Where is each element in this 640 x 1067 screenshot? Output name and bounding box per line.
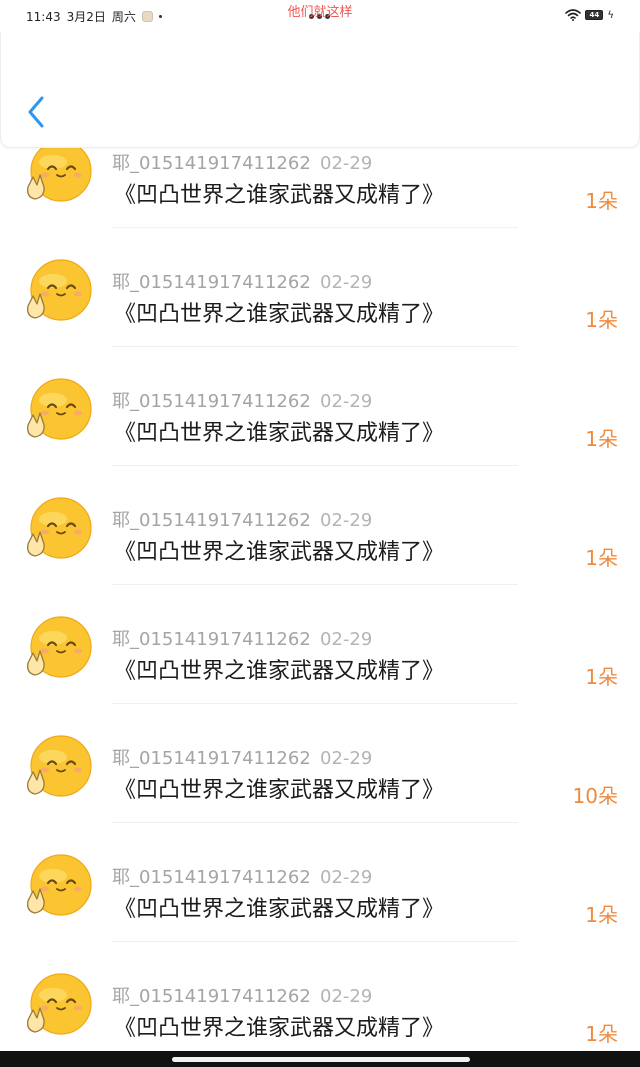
item-date: 02-29 xyxy=(320,391,373,412)
book-title[interactable]: 《凹凸世界之谁家武器又成精了》 xyxy=(114,772,444,804)
divider xyxy=(112,584,518,585)
avatar xyxy=(27,259,92,321)
flower-count: 1朵 xyxy=(585,189,618,213)
screen: 耶_015141917411262 02-29 《凹凸世界之谁家武器又成精了》 … xyxy=(0,0,640,1067)
flower-count: 1朵 xyxy=(585,546,618,570)
divider xyxy=(112,822,518,823)
avatar xyxy=(27,735,92,797)
item-meta: 耶_015141917411262 02-29 xyxy=(112,268,372,294)
flower-count: 1朵 xyxy=(585,665,618,689)
item-meta: 耶_015141917411262 02-29 xyxy=(112,982,372,1008)
flower-count: 1朵 xyxy=(585,308,618,332)
book-title[interactable]: 《凹凸世界之谁家武器又成精了》 xyxy=(114,415,444,447)
book-title[interactable]: 《凹凸世界之谁家武器又成精了》 xyxy=(114,534,444,566)
user-name: 耶_015141917411262 xyxy=(112,748,311,769)
chevron-left-icon xyxy=(28,96,44,128)
home-indicator[interactable] xyxy=(172,1057,470,1062)
item-date: 02-29 xyxy=(320,272,373,293)
list-item[interactable]: 耶_015141917411262 02-29 《凹凸世界之谁家武器又成精了》 … xyxy=(0,851,640,970)
list-item[interactable]: 耶_015141917411262 02-29 《凹凸世界之谁家武器又成精了》 … xyxy=(0,137,640,256)
divider xyxy=(112,346,518,347)
flower-count: 10朵 xyxy=(572,784,618,808)
divider xyxy=(112,941,518,942)
avatar xyxy=(27,140,92,202)
book-title[interactable]: 《凹凸世界之谁家武器又成精了》 xyxy=(114,177,444,209)
item-date: 02-29 xyxy=(320,748,373,769)
user-name: 耶_015141917411262 xyxy=(112,629,311,650)
item-meta: 耶_015141917411262 02-29 xyxy=(112,744,372,770)
item-meta: 耶_015141917411262 02-29 xyxy=(112,506,372,532)
item-date: 02-29 xyxy=(320,867,373,888)
bottom-nav-bar xyxy=(0,1051,640,1067)
list-item[interactable]: 耶_015141917411262 02-29 《凹凸世界之谁家武器又成精了》 … xyxy=(0,375,640,494)
user-name: 耶_015141917411262 xyxy=(112,510,311,531)
user-name: 耶_015141917411262 xyxy=(112,867,311,888)
item-meta: 耶_015141917411262 02-29 xyxy=(112,149,372,175)
flower-count: 1朵 xyxy=(585,903,618,927)
item-meta: 耶_015141917411262 02-29 xyxy=(112,387,372,413)
avatar xyxy=(27,497,92,559)
item-date: 02-29 xyxy=(320,629,373,650)
book-title[interactable]: 《凹凸世界之谁家武器又成精了》 xyxy=(114,296,444,328)
item-date: 02-29 xyxy=(320,986,373,1007)
overlay-title: 他们就这样 xyxy=(287,5,353,20)
item-meta: 耶_015141917411262 02-29 xyxy=(112,625,372,651)
item-date: 02-29 xyxy=(320,153,373,174)
divider xyxy=(112,703,518,704)
list-item[interactable]: 耶_015141917411262 02-29 《凹凸世界之谁家武器又成精了》 … xyxy=(0,494,640,613)
divider xyxy=(112,465,518,466)
book-title[interactable]: 《凹凸世界之谁家武器又成精了》 xyxy=(114,1010,444,1042)
avatar xyxy=(27,973,92,1035)
list-item[interactable]: 耶_015141917411262 02-29 《凹凸世界之谁家武器又成精了》 … xyxy=(0,256,640,375)
avatar xyxy=(27,854,92,916)
list-item[interactable]: 耶_015141917411262 02-29 《凹凸世界之谁家武器又成精了》 … xyxy=(0,732,640,851)
book-title[interactable]: 《凹凸世界之谁家武器又成精了》 xyxy=(114,653,444,685)
divider xyxy=(112,227,518,228)
header xyxy=(0,32,640,148)
back-button[interactable] xyxy=(19,92,53,132)
avatar xyxy=(27,616,92,678)
flower-count: 1朵 xyxy=(585,427,618,451)
item-meta: 耶_015141917411262 02-29 xyxy=(112,863,372,889)
item-date: 02-29 xyxy=(320,510,373,531)
list-item[interactable]: 耶_015141917411262 02-29 《凹凸世界之谁家武器又成精了》 … xyxy=(0,613,640,732)
user-name: 耶_015141917411262 xyxy=(112,391,311,412)
user-name: 耶_015141917411262 xyxy=(112,153,311,174)
flower-count: 1朵 xyxy=(585,1022,618,1046)
avatar xyxy=(27,378,92,440)
user-name: 耶_015141917411262 xyxy=(112,986,311,1007)
book-title[interactable]: 《凹凸世界之谁家武器又成精了》 xyxy=(114,891,444,923)
user-name: 耶_015141917411262 xyxy=(112,272,311,293)
